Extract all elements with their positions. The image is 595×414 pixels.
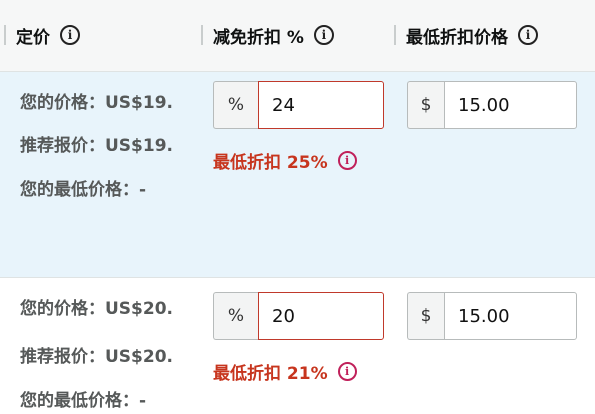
info-icon[interactable]: i (313, 25, 334, 45)
table-header: 定价 i 减免折扣 % i 最低折扣价格 i (0, 0, 595, 72)
lowest-price: 您的最低价格：- (20, 391, 147, 411)
column-header-label: 最低折扣价格 (406, 27, 508, 48)
discount-input[interactable]: 24 (258, 81, 384, 129)
discount-input[interactable]: 20 (258, 292, 384, 340)
column-header-price: 定价 i (4, 22, 80, 48)
your-price: 您的价格：US$19. (20, 93, 173, 113)
dollar-addon: $ (407, 81, 444, 129)
column-header-label: 减免折扣 % (213, 27, 304, 48)
min-price-input-group: $ 15.00 (407, 81, 577, 129)
info-icon[interactable]: i (337, 151, 357, 170)
table-row: 您的价格：US$20. 推荐报价：US$20. 您的最低价格：- % 20 $ … (0, 278, 595, 414)
discount-input-group: % 20 (213, 292, 384, 340)
min-price-input[interactable]: 15.00 (444, 81, 577, 129)
column-divider (4, 25, 6, 45)
info-icon[interactable]: i (518, 25, 538, 45)
column-divider (394, 25, 396, 45)
list-price: 推荐报价：US$20. (20, 347, 173, 367)
column-header-discount: 减免折扣 % i (201, 22, 334, 48)
warning-text: 最低折扣 21% (213, 364, 328, 384)
info-icon[interactable]: i (60, 25, 80, 45)
table-row: 您的价格：US$19. 推荐报价：US$19. 您的最低价格：- % 24 $ … (0, 72, 595, 278)
info-icon[interactable]: i (337, 362, 357, 381)
percent-addon: % (213, 292, 258, 340)
min-price-input[interactable]: 15.00 (444, 292, 577, 340)
column-header-label: 定价 (16, 27, 50, 48)
min-discount-warning: 最低折扣 21% i (213, 359, 357, 384)
min-price-input-group: $ 15.00 (407, 292, 577, 340)
list-price: 推荐报价：US$19. (20, 136, 173, 156)
warning-text: 最低折扣 25% (213, 153, 328, 173)
dollar-addon: $ (407, 292, 444, 340)
discount-input-group: % 24 (213, 81, 384, 129)
column-header-min-price: 最低折扣价格 i (394, 22, 538, 48)
your-price: 您的价格：US$20. (20, 299, 173, 319)
column-divider (201, 25, 203, 45)
min-discount-warning: 最低折扣 25% i (213, 148, 357, 173)
lowest-price: 您的最低价格：- (20, 180, 147, 200)
percent-addon: % (213, 81, 258, 129)
